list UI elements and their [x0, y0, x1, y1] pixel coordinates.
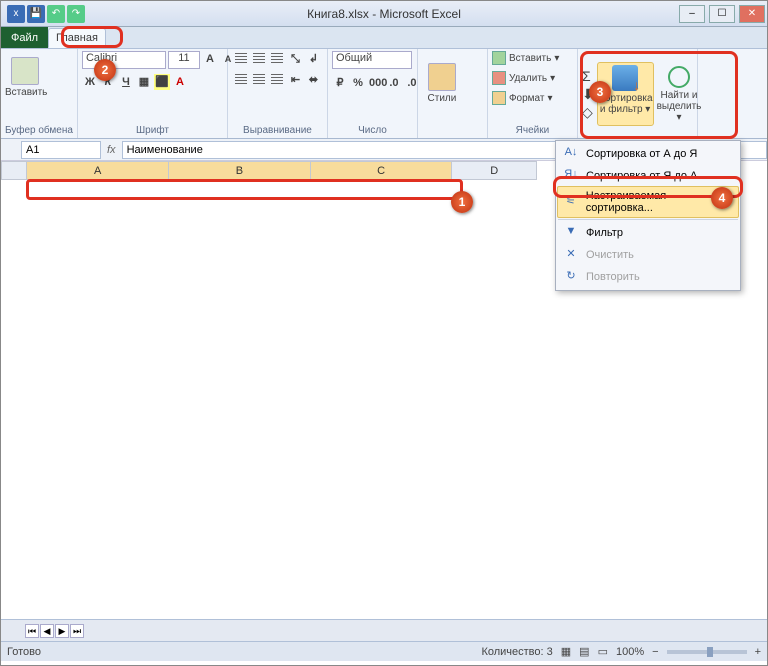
- indent-dec-icon[interactable]: ⇤: [287, 72, 303, 88]
- sort-filter-icon: [612, 65, 638, 91]
- number-group: Общий ₽ % 000 .0 .0 Число: [328, 49, 418, 138]
- column-header-a[interactable]: A: [27, 162, 169, 180]
- view-break-icon[interactable]: ▭: [598, 645, 608, 658]
- zoom-out-icon[interactable]: −: [652, 646, 658, 658]
- align-left-icon[interactable]: [233, 72, 249, 86]
- styles-button[interactable]: Стили: [422, 61, 462, 125]
- excel-icon: x: [7, 5, 25, 23]
- step-marker-1: 1: [451, 191, 473, 213]
- step-marker-3: 3: [589, 81, 611, 103]
- underline-button[interactable]: Ч: [118, 74, 134, 90]
- window-title: Книга8.xlsx - Microsoft Excel: [307, 7, 461, 21]
- file-tab[interactable]: Файл: [1, 27, 48, 48]
- clipboard-group: Вставить Буфер обмена: [1, 49, 78, 138]
- clear-icon[interactable]: ◇: [582, 103, 594, 121]
- clear-filter-icon: ✕: [562, 247, 580, 263]
- wrap-text-icon[interactable]: ↲: [305, 51, 321, 67]
- sheet-nav-last-icon[interactable]: ⏭: [70, 624, 84, 638]
- step-marker-2: 2: [94, 59, 116, 81]
- title-bar: x 💾 ↶ ↷ Книга8.xlsx - Microsoft Excel – …: [1, 1, 767, 27]
- zoom-slider[interactable]: [667, 650, 747, 654]
- save-icon[interactable]: 💾: [27, 5, 45, 23]
- reapply-icon: ↻: [562, 269, 580, 285]
- redo-icon[interactable]: ↷: [67, 5, 85, 23]
- delete-icon: [492, 71, 506, 85]
- view-layout-icon[interactable]: ▤: [579, 645, 589, 658]
- align-middle-icon[interactable]: [251, 51, 267, 65]
- status-bar: Готово Количество: 3 ▦ ▤ ▭ 100% − +: [1, 641, 767, 661]
- format-cells-button[interactable]: Формат ▾: [492, 91, 553, 105]
- ribbon: Вставить Буфер обмена Calibri 11 A A Ж К…: [1, 49, 767, 139]
- view-normal-icon[interactable]: ▦: [561, 645, 571, 658]
- quick-access-toolbar: x 💾 ↶ ↷: [1, 5, 85, 23]
- reapply-item: ↻Повторить: [558, 266, 738, 288]
- delete-cells-button[interactable]: Удалить ▾: [492, 71, 555, 85]
- format-icon: [492, 91, 506, 105]
- sheet-nav-prev-icon[interactable]: ◀: [40, 624, 54, 638]
- paste-button[interactable]: Вставить: [5, 55, 45, 119]
- grow-font-icon[interactable]: A: [202, 51, 218, 67]
- menu-separator: [558, 219, 738, 220]
- undo-icon[interactable]: ↶: [47, 5, 65, 23]
- percent-icon[interactable]: %: [350, 75, 366, 91]
- sheet-nav-first-icon[interactable]: ⏮: [25, 624, 39, 638]
- close-button[interactable]: ✕: [739, 5, 765, 23]
- custom-sort-icon: ⚟: [562, 194, 580, 210]
- merge-button[interactable]: ⬌: [305, 72, 321, 88]
- sheet-tab-bar: ⏮ ◀ ▶ ⏭: [1, 619, 767, 641]
- border-button[interactable]: ▦: [136, 74, 152, 90]
- status-count: Количество: 3: [481, 646, 552, 658]
- inc-decimal-icon[interactable]: .0: [386, 75, 402, 91]
- comma-icon[interactable]: 000: [368, 75, 384, 91]
- sort-desc-item[interactable]: Я↓Сортировка от Я до А: [558, 165, 738, 187]
- find-icon: [668, 66, 690, 88]
- zoom-in-icon[interactable]: +: [755, 646, 761, 658]
- ribbon-tabs: Файл Главная: [1, 27, 767, 49]
- align-right-icon[interactable]: [269, 72, 285, 86]
- column-header-b[interactable]: B: [169, 162, 311, 180]
- styles-group: Стили: [418, 49, 488, 138]
- orientation-icon[interactable]: ⤡: [287, 51, 303, 67]
- insert-cells-button[interactable]: Вставить ▾: [492, 51, 559, 65]
- minimize-button[interactable]: –: [679, 5, 705, 23]
- paste-icon: [11, 57, 39, 85]
- maximize-button[interactable]: ☐: [709, 5, 735, 23]
- column-header-c[interactable]: C: [310, 162, 452, 180]
- select-all-corner[interactable]: [2, 162, 27, 180]
- column-header-d[interactable]: D: [452, 162, 537, 180]
- sort-filter-dropdown: А↓Сортировка от А до Я Я↓Сортировка от Я…: [555, 140, 741, 291]
- font-color-button[interactable]: A: [172, 74, 188, 90]
- sort-asc-icon: А↓: [562, 146, 580, 162]
- zoom-level[interactable]: 100%: [616, 646, 644, 658]
- font-size-select[interactable]: 11: [168, 51, 200, 69]
- cells-group: Вставить ▾ Удалить ▾ Формат ▾ Ячейки: [488, 49, 578, 138]
- alignment-group: ⤡ ↲ ⇤ ⬌ Выравнивание: [228, 49, 328, 138]
- fill-color-button[interactable]: ⬛: [154, 74, 170, 90]
- filter-item[interactable]: ▼Фильтр: [558, 222, 738, 244]
- name-box[interactable]: A1: [21, 141, 101, 159]
- fx-icon[interactable]: fx: [107, 144, 116, 156]
- number-format-select[interactable]: Общий: [332, 51, 412, 69]
- find-select-button[interactable]: Найти и выделить ▾: [657, 62, 702, 126]
- autosum-icon[interactable]: Σ: [582, 67, 594, 85]
- status-ready: Готово: [7, 646, 41, 658]
- clear-filter-item: ✕Очистить: [558, 244, 738, 266]
- styles-icon: [428, 63, 456, 91]
- sort-desc-icon: Я↓: [562, 168, 580, 184]
- align-center-icon[interactable]: [251, 72, 267, 86]
- sheet-nav-next-icon[interactable]: ▶: [55, 624, 69, 638]
- sort-asc-item[interactable]: А↓Сортировка от А до Я: [558, 143, 738, 165]
- ribbon-tab-главная[interactable]: Главная: [48, 28, 106, 48]
- align-top-icon[interactable]: [233, 51, 249, 65]
- insert-icon: [492, 51, 506, 65]
- filter-icon: ▼: [562, 225, 580, 241]
- step-marker-4: 4: [711, 187, 733, 209]
- align-bottom-icon[interactable]: [269, 51, 285, 65]
- currency-icon[interactable]: ₽: [332, 75, 348, 91]
